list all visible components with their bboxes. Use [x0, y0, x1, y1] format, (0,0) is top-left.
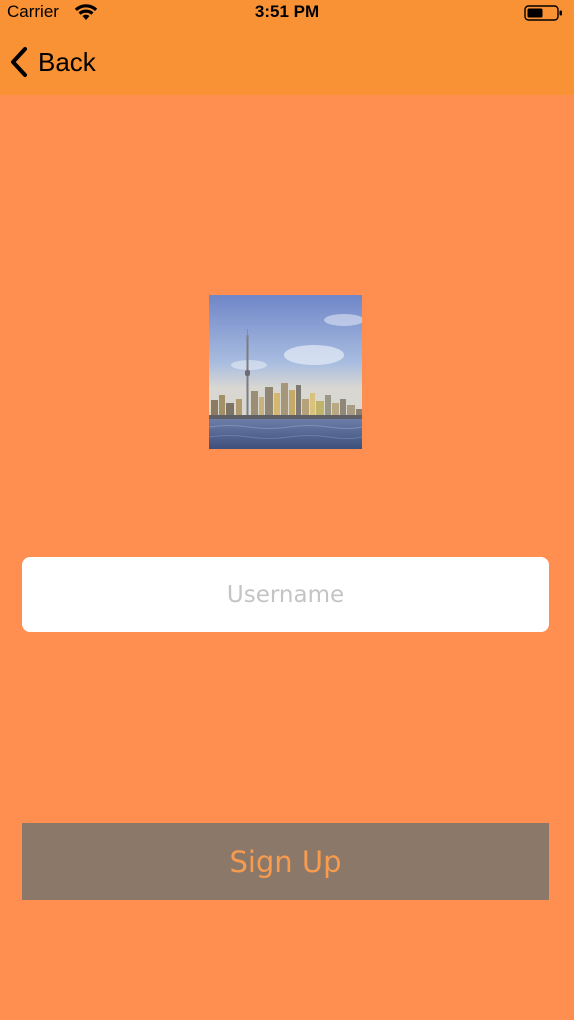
- back-button[interactable]: Back: [8, 44, 96, 80]
- back-label: Back: [38, 46, 96, 77]
- chevron-left-icon: [11, 47, 27, 77]
- city-skyline-image: [209, 295, 362, 449]
- navigation-bar: Back: [0, 40, 574, 84]
- sign-up-button[interactable]: Sign Up: [22, 823, 549, 900]
- status-bar: Carrier 3:51 PM: [0, 0, 574, 26]
- battery-icon: [524, 5, 562, 21]
- top-bar: Carrier 3:51 PM Back: [0, 0, 574, 95]
- username-input[interactable]: [22, 557, 549, 632]
- clock: 3:51 PM: [254, 2, 320, 21]
